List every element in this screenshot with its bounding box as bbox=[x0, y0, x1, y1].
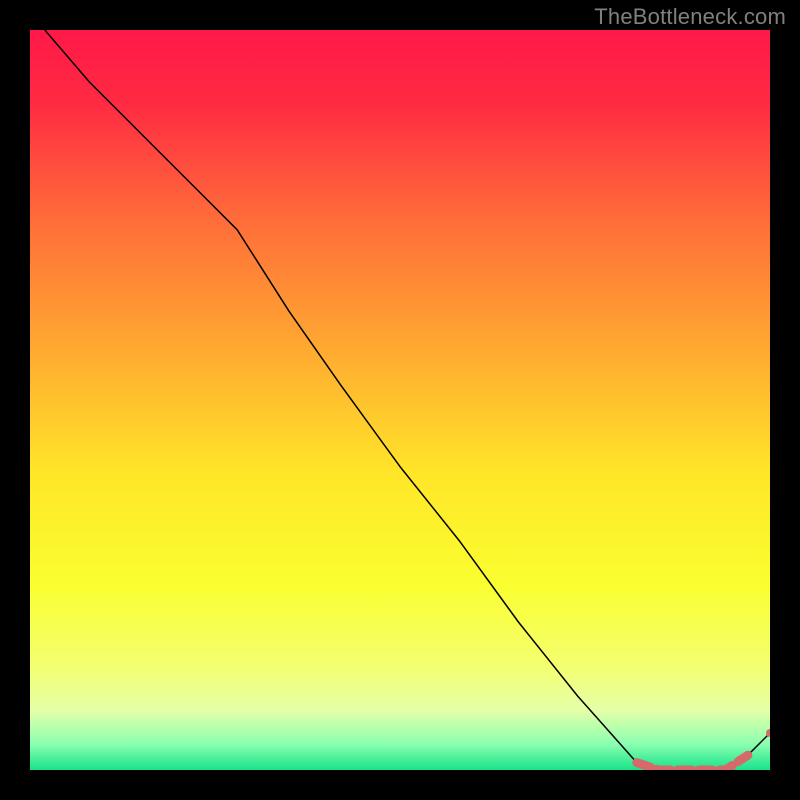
chart-svg bbox=[30, 30, 770, 770]
chart-plot bbox=[30, 30, 770, 770]
chart-gradient-rect bbox=[30, 30, 770, 770]
watermark-label: TheBottleneck.com bbox=[594, 4, 786, 30]
chart-frame: TheBottleneck.com bbox=[0, 0, 800, 800]
